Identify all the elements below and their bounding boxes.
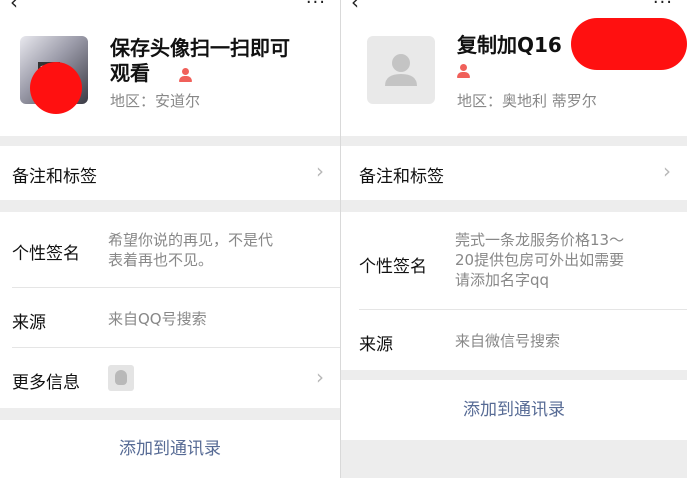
more-options-icon[interactable]: ··· bbox=[653, 0, 673, 12]
profile-region: 地区：奥地利 蒂罗尔 bbox=[457, 92, 597, 110]
remarks-and-tags-row[interactable]: 备注和标签 › bbox=[0, 146, 340, 200]
left-profile-panel: ‹ ··· 我是 保存头像扫一扫即可 观看 地区：安道尔 备注和标签 › 个性签… bbox=[0, 0, 340, 478]
profile-name: 复制加Q16 bbox=[457, 33, 562, 57]
back-icon[interactable]: ‹ bbox=[351, 0, 359, 12]
more-info-label: 更多信息 bbox=[12, 373, 80, 393]
source-value: 来自QQ号搜索 bbox=[108, 310, 207, 328]
remarks-label: 备注和标签 bbox=[12, 167, 97, 187]
signature-line2: 20提供包房可外出如需要 bbox=[455, 251, 625, 269]
add-to-contacts-button[interactable]: 添加到通讯录 bbox=[341, 380, 687, 440]
redaction-mark bbox=[571, 18, 687, 70]
source-value: 来自微信号搜索 bbox=[455, 332, 561, 350]
female-gender-icon bbox=[457, 64, 470, 78]
signature-label: 个性签名 bbox=[359, 257, 427, 277]
signature-value: 希望你说的再见，不是代 表着再也不见。 bbox=[108, 230, 273, 270]
signature-line1: 希望你说的再见，不是代 bbox=[108, 231, 274, 249]
avatar[interactable] bbox=[367, 36, 435, 104]
more-options-icon[interactable]: ··· bbox=[306, 0, 326, 12]
default-avatar-icon bbox=[385, 54, 417, 86]
signature-row: 个性签名 希望你说的再见，不是代 表着再也不见。 bbox=[0, 212, 340, 288]
signature-line2: 表着再也不见。 bbox=[108, 251, 214, 269]
signature-line1: 莞式一条龙服务价格13～ bbox=[455, 231, 625, 249]
source-label: 来源 bbox=[359, 335, 393, 355]
remarks-label: 备注和标签 bbox=[359, 167, 444, 187]
profile-region: 地区：安道尔 bbox=[110, 92, 201, 110]
remarks-and-tags-row[interactable]: 备注和标签 › bbox=[341, 146, 687, 200]
add-to-contacts-button[interactable]: 添加到通讯录 bbox=[0, 420, 340, 478]
qq-penguin-icon bbox=[108, 365, 134, 391]
signature-label: 个性签名 bbox=[12, 244, 80, 264]
chevron-right-icon: › bbox=[316, 159, 324, 183]
back-icon[interactable]: ‹ bbox=[10, 0, 18, 12]
redaction-mark bbox=[30, 62, 82, 114]
right-profile-panel: ‹ ··· 复制加Q16 地区：奥地利 蒂罗尔 备注和标签 › 个性签名 莞式一… bbox=[341, 0, 687, 478]
profile-name-line2: 观看 bbox=[110, 61, 150, 85]
signature-line3: 请添加名字qq bbox=[455, 271, 550, 289]
signature-value: 莞式一条龙服务价格13～ 20提供包房可外出如需要 请添加名字qq bbox=[455, 230, 624, 290]
more-info-row[interactable]: 更多信息 › bbox=[0, 348, 340, 408]
profile-name: 保存头像扫一扫即可 观看 bbox=[110, 36, 290, 86]
chevron-right-icon: › bbox=[663, 159, 671, 183]
profile-name-line1: 保存头像扫一扫即可 bbox=[110, 36, 290, 60]
source-row: 来源 来自QQ号搜索 bbox=[0, 288, 340, 348]
profile-name-line2-wrap: 观看 bbox=[110, 61, 290, 86]
profile-header: ‹ ··· 我是 保存头像扫一扫即可 观看 地区：安道尔 bbox=[0, 0, 340, 136]
signature-row: 个性签名 莞式一条龙服务价格13～ 20提供包房可外出如需要 请添加名字qq bbox=[341, 212, 687, 310]
chevron-right-icon: › bbox=[316, 365, 324, 389]
source-label: 来源 bbox=[12, 313, 46, 333]
profile-header: ‹ ··· 复制加Q16 地区：奥地利 蒂罗尔 bbox=[341, 0, 687, 136]
female-gender-icon bbox=[178, 67, 192, 82]
source-row: 来源 来自微信号搜索 bbox=[341, 310, 687, 370]
